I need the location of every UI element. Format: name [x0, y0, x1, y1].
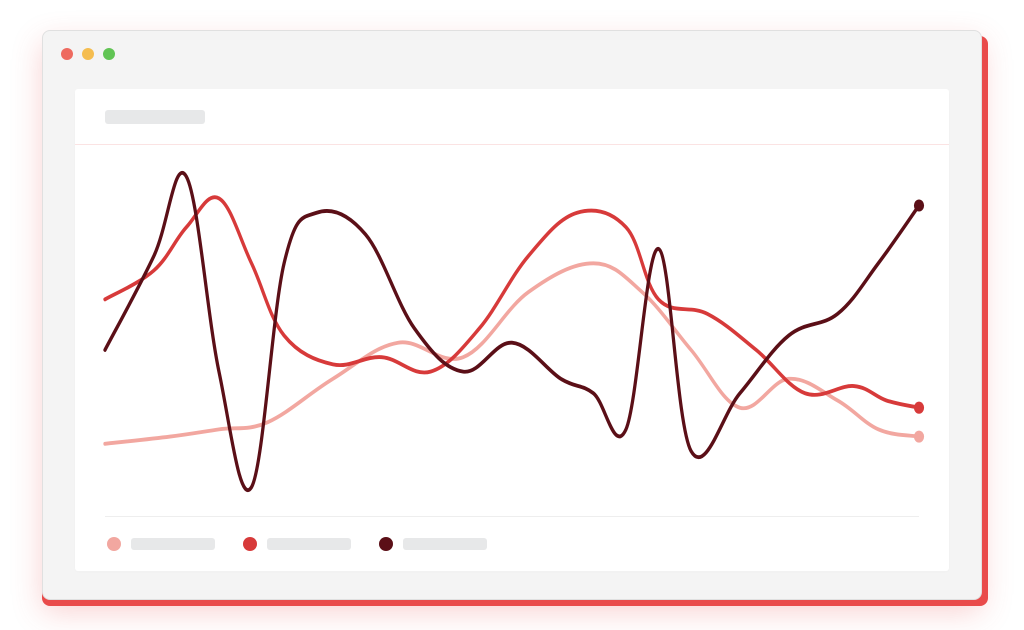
legend-item-b — [243, 537, 351, 551]
window-title-bar — [43, 31, 981, 77]
browser-window-frame — [42, 30, 982, 600]
chart-body — [75, 145, 949, 571]
line-chart-svg — [105, 155, 919, 516]
series-end-dot-series_c — [914, 200, 924, 212]
zoom-icon[interactable] — [103, 48, 115, 60]
content-outer — [43, 77, 981, 599]
legend-swatch-icon — [379, 537, 393, 551]
legend-label — [403, 538, 487, 550]
close-icon[interactable] — [61, 48, 73, 60]
series-line-series_c — [105, 173, 919, 490]
legend-swatch-icon — [107, 537, 121, 551]
legend-item-a — [107, 537, 215, 551]
series-line-series_b — [105, 197, 919, 408]
chart-title-placeholder — [105, 110, 205, 124]
legend-label — [267, 538, 351, 550]
legend — [105, 517, 919, 571]
series-end-dot-series_b — [914, 402, 924, 414]
chart-card — [75, 89, 949, 571]
legend-swatch-icon — [243, 537, 257, 551]
series-end-dot-series_a — [914, 431, 924, 443]
minimize-icon[interactable] — [82, 48, 94, 60]
plot-area — [105, 155, 919, 517]
card-header — [75, 89, 949, 145]
legend-item-c — [379, 537, 487, 551]
legend-label — [131, 538, 215, 550]
